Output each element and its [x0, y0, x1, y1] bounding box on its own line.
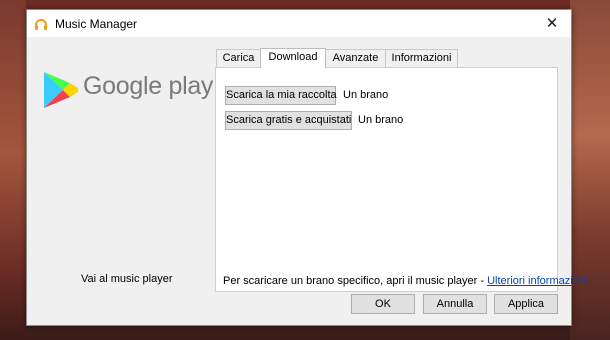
download-hint: Per scaricare un brano specifico, apri i…: [223, 275, 587, 287]
close-icon[interactable]: ✕: [533, 10, 571, 37]
apply-button[interactable]: Applica: [494, 294, 558, 314]
music-manager-window: Music Manager ✕ Google play Vai al music…: [26, 9, 587, 326]
window-title: Music Manager: [55, 17, 138, 31]
tab-informazioni[interactable]: Informazioni: [385, 49, 458, 67]
headphones-icon: [34, 17, 48, 31]
collection-count: Un brano: [343, 89, 389, 101]
ok-button[interactable]: OK: [351, 294, 415, 314]
download-collection-button[interactable]: Scarica la mia raccolta: [225, 86, 337, 105]
desktop-background-left: [0, 0, 26, 340]
desktop-background-right: [570, 0, 610, 340]
free-purchased-count: Un brano: [358, 114, 404, 126]
tab-avanzate[interactable]: Avanzate: [325, 49, 386, 67]
google-play-logo-icon: [41, 70, 81, 110]
title-bar[interactable]: Music Manager ✕: [27, 10, 571, 37]
download-panel: Scarica la mia raccolta Un brano Scarica…: [215, 67, 587, 292]
brand-name: Google play: [83, 72, 214, 100]
music-player-link[interactable]: Vai al music player: [81, 273, 173, 285]
hint-text: Per scaricare un brano specifico, apri i…: [223, 275, 488, 287]
download-free-purchased-button[interactable]: Scarica gratis e acquistati: [225, 111, 352, 130]
tab-download[interactable]: Download: [260, 48, 326, 68]
cancel-button[interactable]: Annulla: [423, 294, 487, 314]
tab-carica[interactable]: Carica: [216, 49, 261, 67]
more-info-link[interactable]: Ulteriori informazioni: [487, 275, 587, 287]
